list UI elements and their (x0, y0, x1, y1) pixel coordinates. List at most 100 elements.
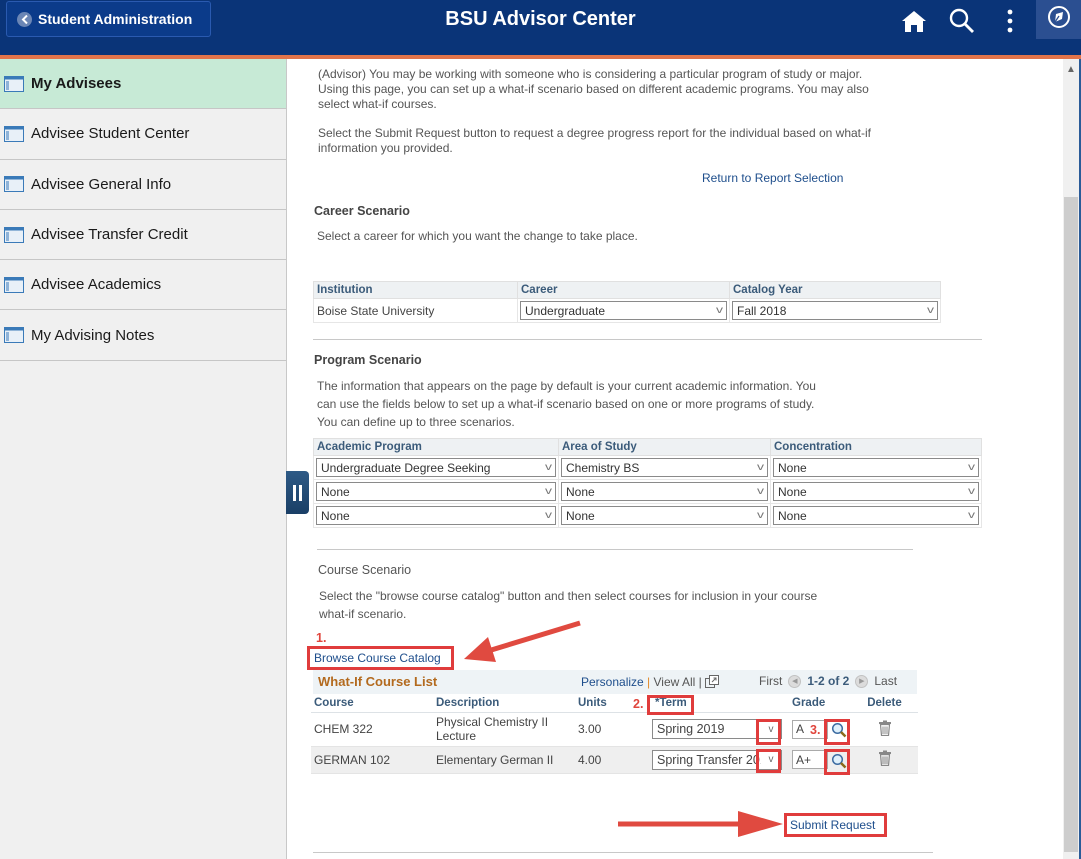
select-value: None (566, 484, 595, 499)
separator: | (647, 675, 651, 689)
program-row: None v None v None v (313, 479, 982, 504)
sidebar-item-label: My Advising Notes (31, 326, 155, 344)
annotation-arrow-submit (618, 811, 783, 837)
chevron-down-icon: v (968, 486, 975, 497)
grid-tools: Personalize | View All | (581, 675, 720, 691)
col-grade: Grade (789, 694, 851, 713)
scroll-up-arrow-icon[interactable]: ▲ (1063, 62, 1079, 76)
grade-lookup-search-icon[interactable] (831, 722, 847, 741)
chevron-down-icon: v (757, 486, 764, 497)
concentration-select[interactable]: None v (773, 506, 979, 525)
app-header: Student Administration BSU Advisor Cente… (0, 0, 1081, 55)
delete-trash-icon[interactable] (878, 720, 892, 739)
term-select-value: Spring 2019 (657, 722, 725, 736)
delete-trash-icon[interactable] (878, 750, 892, 769)
page-icon (4, 327, 24, 344)
vertical-scrollbar[interactable]: ▲ (1063, 59, 1081, 859)
sidebar-item-advisee-transfer-credit[interactable]: Advisee Transfer Credit (0, 210, 286, 261)
browse-course-catalog-link[interactable]: Browse Course Catalog (314, 651, 441, 666)
desc-line: Select the "browse course catalog" butto… (319, 589, 818, 603)
course-code: GERMAN 102 (311, 746, 433, 774)
main-content: (Advisor) You may be working with someon… (288, 59, 1061, 859)
catalog-year-select[interactable]: Fall 2018 v (732, 301, 938, 320)
page-icon (4, 176, 24, 193)
select-value: None (778, 508, 807, 523)
more-vertical-icon[interactable] (995, 6, 1025, 36)
career-select[interactable]: Undergraduate v (520, 301, 727, 320)
career-select-value: Undergraduate (525, 303, 606, 318)
program-row: Undergraduate Degree Seeking v Chemistry … (313, 455, 982, 480)
table-row: CHEM 322 Physical Chemistry II Lecture 3… (311, 712, 918, 747)
term-select[interactable]: Spring Transfer 2019 v (652, 749, 782, 770)
desc-line: The information that appears on the page… (317, 379, 816, 393)
view-all-link[interactable]: View All (654, 675, 696, 689)
academic-program-select[interactable]: None v (316, 506, 556, 525)
term-select[interactable]: Spring 2019 v (652, 719, 782, 739)
select-value: None (321, 508, 350, 523)
navbar-button[interactable] (1036, 0, 1081, 39)
select-value: None (321, 484, 350, 499)
concentration-select[interactable]: None v (773, 458, 979, 477)
area-of-study-select[interactable]: None v (561, 506, 768, 525)
sidebar-item-advisee-academics[interactable]: Advisee Academics (0, 260, 286, 311)
sidebar-item-advisee-student-center[interactable]: Advisee Student Center (0, 109, 286, 160)
chevron-down-icon: v (757, 510, 764, 521)
area-of-study-select[interactable]: Chemistry BS v (561, 458, 768, 477)
col-concentration: Concentration (770, 438, 982, 456)
sidebar-item-my-advisees[interactable]: My Advisees (0, 59, 286, 110)
program-table: Academic Program Area of Study Concentra… (313, 438, 982, 528)
divider (313, 339, 982, 340)
divider (313, 852, 933, 853)
desc-line: can use the fields below to set up a wha… (317, 397, 815, 411)
academic-program-select[interactable]: Undergraduate Degree Seeking v (316, 458, 556, 477)
sidebar-item-label: Advisee Academics (31, 276, 162, 294)
chevron-down-icon: v (545, 510, 552, 521)
concentration-select[interactable]: None v (773, 482, 979, 501)
intro-line: Using this page, you can set up a what-i… (318, 82, 869, 96)
sidebar-item-my-advising-notes[interactable]: My Advising Notes (0, 310, 286, 361)
col-course: Course (311, 694, 433, 713)
home-icon[interactable] (899, 6, 929, 36)
personalize-link[interactable]: Personalize (581, 675, 644, 689)
grade-input[interactable]: A+ (792, 750, 828, 769)
col-description: Description (433, 694, 575, 713)
zoom-grid-icon[interactable] (705, 675, 720, 691)
pager-range: 1-2 of 2 (807, 674, 850, 688)
col-area-of-study: Area of Study (558, 438, 771, 456)
grade-value: A (796, 722, 805, 736)
program-scenario-desc: The information that appears on the page… (317, 377, 816, 431)
annotation-arrow-browse (464, 620, 581, 662)
intro-line: (Advisor) You may be working with someon… (318, 67, 863, 81)
course-description-link[interactable]: Physical Chemistry II Lecture (433, 712, 575, 747)
sidebar-collapse-handle[interactable] (286, 471, 309, 514)
chevron-down-icon: v (757, 462, 764, 473)
col-delete: Delete (851, 694, 918, 713)
search-icon[interactable] (947, 6, 977, 36)
return-to-report-selection-link[interactable]: Return to Report Selection (702, 171, 843, 186)
chevron-left-icon (17, 11, 32, 27)
submit-request-button[interactable]: Submit Request (790, 818, 875, 833)
intro-line: select what-if courses. (318, 97, 437, 111)
area-of-study-select[interactable]: None v (561, 482, 768, 501)
col-academic-program: Academic Program (313, 438, 559, 456)
divider (317, 549, 913, 550)
program-scenario-heading: Program Scenario (314, 353, 422, 367)
term-select-value: Spring Transfer 2019 (657, 752, 774, 767)
chevron-down-icon: v (545, 462, 552, 473)
course-list-toolbar: What-If Course List Personalize | View A… (313, 670, 917, 694)
sidebar-item-advisee-general-info[interactable]: Advisee General Info (0, 160, 286, 210)
back-to-student-administration-button[interactable]: Student Administration (6, 1, 211, 37)
col-career: Career (517, 281, 730, 299)
select-value: None (566, 508, 595, 523)
col-catalog-year: Catalog Year (729, 281, 941, 299)
separator: | (698, 675, 702, 689)
academic-program-select[interactable]: None v (316, 482, 556, 501)
intro-line: Select the Submit Request button to requ… (318, 126, 871, 140)
grade-lookup-search-icon[interactable] (831, 753, 847, 772)
next-page-icon[interactable]: ▶ (855, 674, 869, 688)
scrollbar-thumb[interactable] (1064, 197, 1078, 852)
course-description-link[interactable]: Elementary German II (433, 746, 575, 774)
previous-page-icon[interactable]: ◀ (788, 674, 802, 688)
course-scenario-heading: Course Scenario (318, 563, 412, 577)
back-button-label: Student Administration (38, 11, 193, 27)
